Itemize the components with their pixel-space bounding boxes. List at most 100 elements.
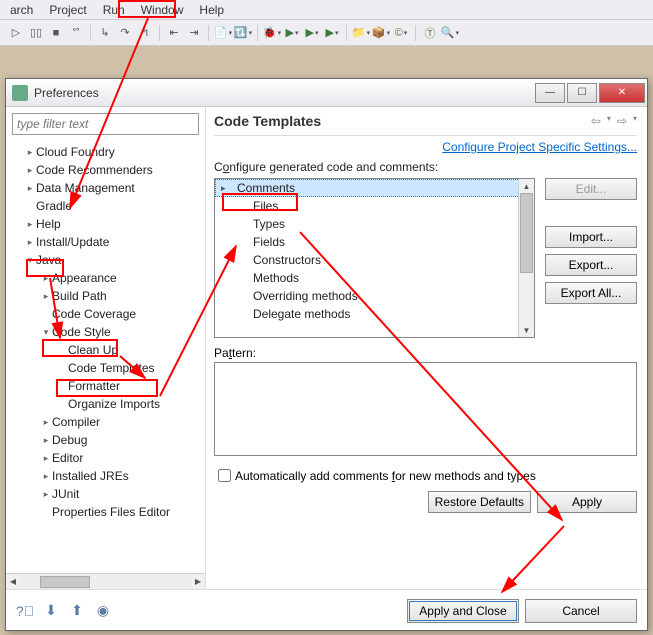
- new-class-icon[interactable]: ©: [393, 25, 409, 41]
- tree-item[interactable]: ▾Java: [6, 251, 205, 269]
- resume-icon[interactable]: ▷: [8, 25, 24, 41]
- scroll-right-icon[interactable]: ▶: [191, 575, 205, 589]
- tree-item[interactable]: ▾Code Style: [6, 323, 205, 341]
- twisty-icon[interactable]: ▾: [40, 327, 52, 338]
- twisty-icon[interactable]: ▸: [24, 147, 36, 158]
- tree-item[interactable]: Properties Files Editor: [6, 503, 205, 521]
- tree-item[interactable]: ▸Code Recommenders: [6, 161, 205, 179]
- list-item[interactable]: Fields: [215, 233, 534, 251]
- apply-button[interactable]: Apply: [537, 491, 637, 513]
- tree-item[interactable]: Formatter: [6, 377, 205, 395]
- step-return-icon[interactable]: ↰: [137, 25, 153, 41]
- new-package-icon[interactable]: 📦: [373, 25, 389, 41]
- templates-list[interactable]: CommentsFilesTypesFieldsConstructorsMeth…: [214, 178, 535, 338]
- vertical-scrollbar[interactable]: ▲ ▼: [518, 179, 534, 337]
- tree-item[interactable]: ▸Appearance: [6, 269, 205, 287]
- list-item[interactable]: Overriding methods: [215, 287, 534, 305]
- import-button[interactable]: Import...: [545, 226, 637, 248]
- run-icon[interactable]: ▶: [284, 25, 300, 41]
- menu-run[interactable]: Run: [95, 1, 133, 19]
- tree-item[interactable]: ▸Editor: [6, 449, 205, 467]
- twisty-icon[interactable]: ▸: [24, 183, 36, 194]
- export-button[interactable]: Export...: [545, 254, 637, 276]
- twisty-icon[interactable]: ▸: [40, 489, 52, 500]
- twisty-icon[interactable]: ▸: [40, 435, 52, 446]
- scroll-thumb[interactable]: [520, 193, 533, 273]
- tree-item[interactable]: Code Templates: [6, 359, 205, 377]
- list-item[interactable]: Constructors: [215, 251, 534, 269]
- forward-icon[interactable]: ⇨: [617, 114, 627, 128]
- twisty-icon[interactable]: ▸: [24, 237, 36, 248]
- restore-defaults-button[interactable]: Restore Defaults: [428, 491, 531, 513]
- project-settings-link[interactable]: Configure Project Specific Settings...: [442, 140, 637, 154]
- list-item[interactable]: Delegate methods: [215, 305, 534, 323]
- open-type-icon[interactable]: 🔃: [235, 25, 251, 41]
- tree-item[interactable]: ▸Build Path: [6, 287, 205, 305]
- scroll-left-icon[interactable]: ◀: [6, 575, 20, 589]
- twisty-icon[interactable]: ▸: [40, 453, 52, 464]
- twisty-icon[interactable]: ▸: [40, 471, 52, 482]
- tree-item[interactable]: Clean Up: [6, 341, 205, 359]
- run-last-icon[interactable]: ▶: [304, 25, 320, 41]
- disconnect-icon[interactable]: ᔥ: [68, 25, 84, 41]
- separator: [208, 25, 209, 41]
- preferences-tree[interactable]: ▸Cloud Foundry▸Code Recommenders▸Data Ma…: [6, 141, 205, 573]
- maximize-button[interactable]: ☐: [567, 83, 597, 103]
- back-icon[interactable]: ⇦: [591, 114, 601, 128]
- tree-item[interactable]: ▸Help: [6, 215, 205, 233]
- tree-item[interactable]: Code Coverage: [6, 305, 205, 323]
- search-icon[interactable]: 🔍: [442, 25, 458, 41]
- tree-item[interactable]: ▸Cloud Foundry: [6, 143, 205, 161]
- auto-add-comments-checkbox[interactable]: [218, 469, 231, 482]
- tree-item[interactable]: ▸Installed JREs: [6, 467, 205, 485]
- tree-item[interactable]: ▸Install/Update: [6, 233, 205, 251]
- tree-item[interactable]: Organize Imports: [6, 395, 205, 413]
- minimize-button[interactable]: —: [535, 83, 565, 103]
- tree-item[interactable]: ▸Debug: [6, 431, 205, 449]
- drop-icon[interactable]: ⇤: [166, 25, 182, 41]
- tree-item[interactable]: ▸JUnit: [6, 485, 205, 503]
- filter-icon[interactable]: ⇥: [186, 25, 202, 41]
- scroll-thumb[interactable]: [40, 576, 90, 588]
- menu-project[interactable]: Project: [41, 1, 94, 19]
- cancel-button[interactable]: Cancel: [525, 599, 637, 623]
- twisty-icon[interactable]: ▸: [40, 417, 52, 428]
- open-type-icon[interactable]: Ⓣ: [422, 25, 438, 41]
- horizontal-scrollbar[interactable]: ◀ ▶: [6, 573, 205, 589]
- list-item[interactable]: Files: [215, 197, 534, 215]
- menu-help[interactable]: Help: [191, 1, 232, 19]
- menu-search[interactable]: arch: [2, 1, 41, 19]
- stop-icon[interactable]: ■: [48, 25, 64, 41]
- list-item[interactable]: Comments: [215, 179, 534, 197]
- close-button[interactable]: ✕: [599, 83, 645, 103]
- twisty-icon[interactable]: ▸: [40, 273, 52, 284]
- pattern-textarea[interactable]: [214, 362, 637, 456]
- new-icon[interactable]: 📄: [215, 25, 231, 41]
- edit-button[interactable]: Edit...: [545, 178, 637, 200]
- twisty-icon[interactable]: ▸: [24, 219, 36, 230]
- tree-item[interactable]: Gradle: [6, 197, 205, 215]
- twisty-icon[interactable]: ▾: [24, 255, 36, 266]
- twisty-icon[interactable]: ▸: [40, 291, 52, 302]
- step-into-icon[interactable]: ↳: [97, 25, 113, 41]
- twisty-icon[interactable]: ▸: [24, 165, 36, 176]
- help-icon[interactable]: ?⃝: [16, 602, 34, 620]
- scroll-up-icon[interactable]: ▲: [519, 179, 534, 193]
- export-prefs-icon[interactable]: ⬆: [68, 602, 86, 620]
- list-item[interactable]: Types: [215, 215, 534, 233]
- step-over-icon[interactable]: ↷: [117, 25, 133, 41]
- menu-window[interactable]: Window: [133, 1, 192, 19]
- coverage-icon[interactable]: ▶: [324, 25, 340, 41]
- export-all-button[interactable]: Export All...: [545, 282, 637, 304]
- import-prefs-icon[interactable]: ⬇: [42, 602, 60, 620]
- debug-icon[interactable]: 🐞: [264, 25, 280, 41]
- list-item[interactable]: Methods: [215, 269, 534, 287]
- filter-input[interactable]: [12, 113, 199, 135]
- apply-and-close-button[interactable]: Apply and Close: [407, 599, 519, 623]
- tree-item[interactable]: ▸Data Management: [6, 179, 205, 197]
- pause-icon[interactable]: ▯▯: [28, 25, 44, 41]
- new-java-project-icon[interactable]: 📁: [353, 25, 369, 41]
- oomph-icon[interactable]: ◉: [94, 602, 112, 620]
- scroll-down-icon[interactable]: ▼: [519, 323, 534, 337]
- tree-item[interactable]: ▸Compiler: [6, 413, 205, 431]
